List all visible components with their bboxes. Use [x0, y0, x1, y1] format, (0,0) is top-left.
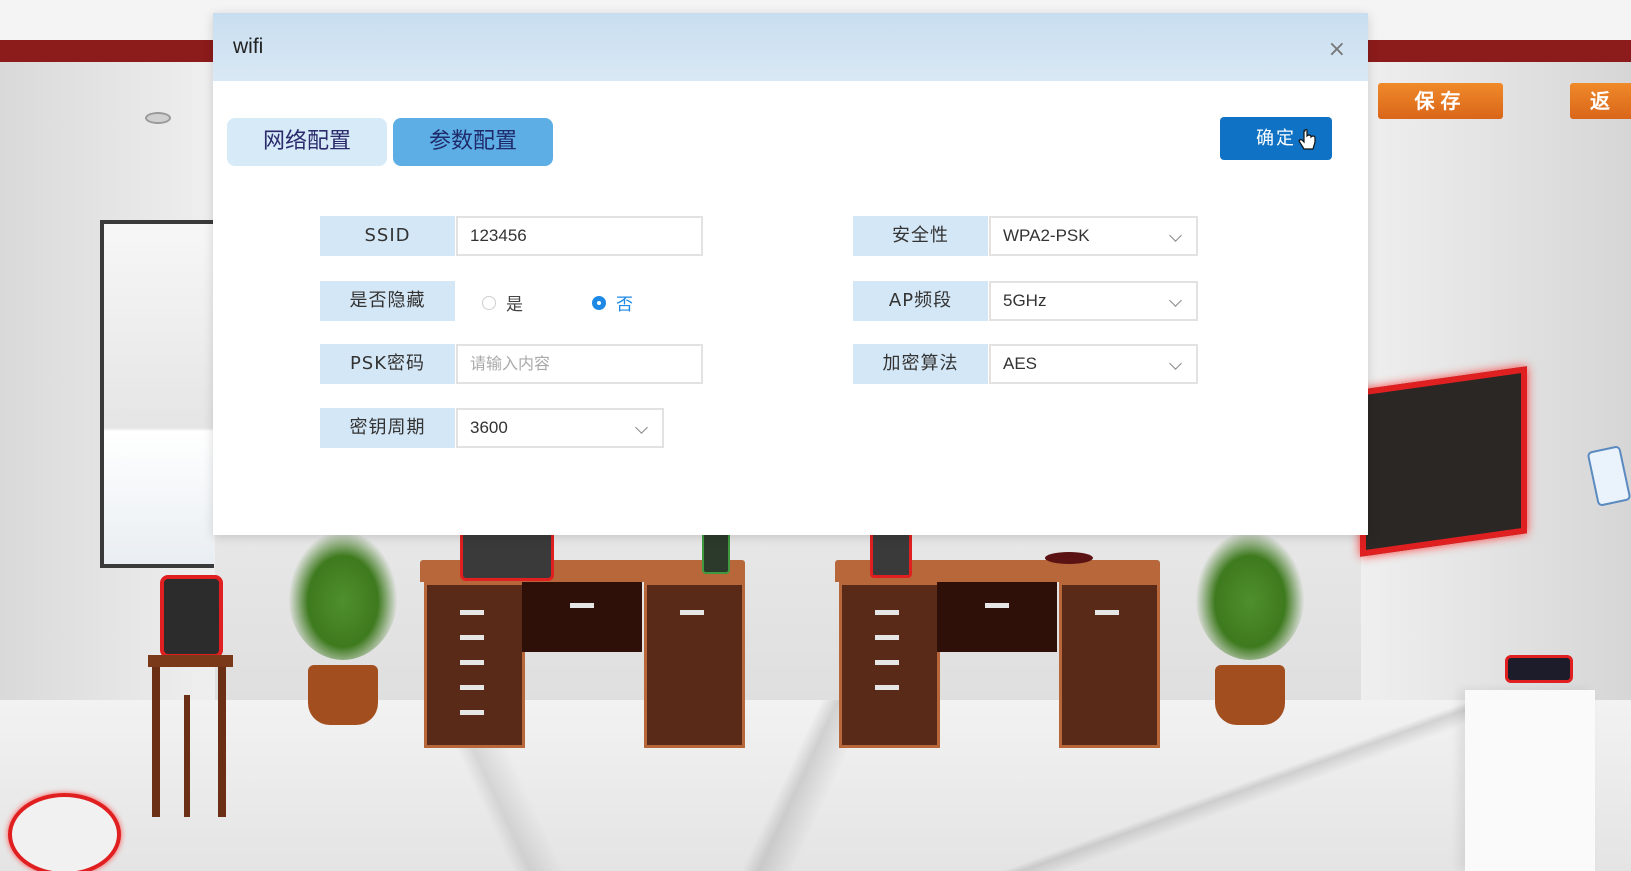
close-icon[interactable]: ×: [1328, 39, 1346, 61]
chevron-down-icon: [1169, 294, 1182, 307]
dialog-header: wifi ×: [213, 13, 1368, 81]
desk-tablet[interactable]: [870, 530, 912, 578]
ap-band-label: AP频段: [853, 281, 988, 321]
tab-parameter-config[interactable]: 参数配置: [393, 118, 553, 166]
wall-trim-left: [0, 40, 215, 62]
desk-left: [420, 560, 745, 770]
window: [100, 220, 214, 568]
ssid-label: SSID: [320, 216, 455, 256]
radio-unchecked-icon: [482, 295, 496, 310]
ssid-input[interactable]: 123456: [456, 216, 703, 256]
chevron-down-icon: [635, 421, 648, 434]
desk-lamp: [1045, 552, 1093, 564]
key-period-value: 3600: [470, 418, 508, 437]
smart-tv[interactable]: [1360, 366, 1527, 557]
confirm-label: 确定: [1256, 128, 1296, 149]
encryption-value: AES: [1003, 354, 1038, 373]
router-stand: [1465, 690, 1595, 871]
desk-right: [835, 560, 1160, 770]
ap-band-value: 5GHz: [1003, 291, 1047, 310]
radio-hidden-no[interactable]: 否: [592, 290, 633, 315]
chevron-down-icon: [1169, 357, 1182, 370]
pointer-hand-icon: [1298, 129, 1316, 150]
security-select[interactable]: WPA2-PSK: [989, 216, 1198, 256]
robot-vacuum[interactable]: [8, 793, 121, 871]
desk-phone[interactable]: [460, 530, 554, 581]
psk-label: PSK密码: [320, 344, 455, 384]
back-button[interactable]: 返: [1570, 83, 1631, 119]
marble-floor: [0, 700, 1631, 871]
encryption-select[interactable]: AES: [989, 344, 1198, 384]
psk-input[interactable]: 请输入内容: [456, 344, 703, 384]
wall-trim-right: [1368, 40, 1631, 62]
security-value: WPA2-PSK: [1003, 226, 1090, 245]
chevron-down-icon: [1169, 229, 1182, 242]
hidden-label: 是否隐藏: [320, 281, 455, 321]
ceiling-light: [145, 112, 171, 124]
router[interactable]: [1505, 655, 1573, 683]
key-period-label: 密钥周期: [320, 408, 455, 448]
desk-device[interactable]: [702, 530, 730, 574]
radio-yes-label: 是: [506, 295, 523, 315]
encryption-label: 加密算法: [853, 344, 988, 384]
ap-band-select[interactable]: 5GHz: [989, 281, 1198, 321]
stool-tablet[interactable]: [160, 575, 223, 658]
key-period-select[interactable]: 3600: [456, 408, 664, 448]
stool: [148, 655, 233, 817]
radio-hidden-yes[interactable]: 是: [482, 290, 523, 315]
save-button[interactable]: 保存: [1378, 83, 1503, 119]
security-label: 安全性: [853, 216, 988, 256]
dialog-title: wifi: [233, 35, 264, 58]
plant-right: [1195, 530, 1305, 740]
tab-network-config[interactable]: 网络配置: [227, 118, 387, 166]
plant-left: [288, 530, 398, 740]
radio-checked-icon: [592, 295, 606, 310]
wifi-dialog: wifi × 网络配置 参数配置 确定 SSID 123456 是否隐藏 是 否…: [213, 13, 1368, 535]
radio-no-label: 否: [616, 295, 633, 315]
